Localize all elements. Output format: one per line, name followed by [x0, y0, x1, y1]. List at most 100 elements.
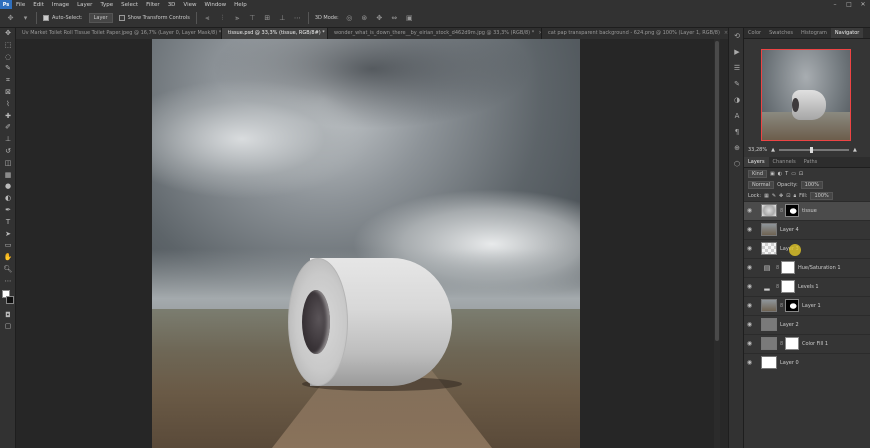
align-bottom-icon[interactable]: ⊥	[278, 14, 287, 23]
3d-panel-icon[interactable]: ⬡	[729, 156, 745, 172]
3d-roll-icon[interactable]: ⊛	[360, 14, 369, 23]
maximize-button[interactable]: □	[842, 0, 856, 9]
layer-thumbnail[interactable]	[761, 242, 777, 256]
history-panel-icon[interactable]: ⟲	[729, 28, 745, 44]
menu-type[interactable]: Type	[96, 2, 117, 8]
layer-thumbnail[interactable]	[761, 318, 777, 332]
lock-image-icon[interactable]: ✎	[772, 193, 776, 199]
move-tool-icon[interactable]: ✥	[6, 14, 15, 23]
document-canvas[interactable]	[152, 39, 580, 448]
tab-channels[interactable]: Channels	[769, 157, 800, 167]
quick-select-tool-icon[interactable]: ✎	[0, 63, 16, 75]
layer-row[interactable]: ◉ ▤ 8 Hue/Saturation 1	[744, 258, 870, 277]
layer-row[interactable]: ◉ 8 Layer 1	[744, 296, 870, 315]
layer-mask-thumbnail[interactable]	[785, 299, 799, 313]
zoom-tool-icon[interactable]: 🔍︎	[0, 264, 16, 276]
type-tool-icon[interactable]: T	[0, 217, 16, 229]
layer-thumbnail[interactable]	[761, 337, 777, 351]
hand-tool-icon[interactable]: ✋	[0, 252, 16, 264]
visibility-eye-icon[interactable]: ◉	[744, 359, 755, 366]
tab-toilet-roll-jpeg[interactable]: Uv Market Toilet Roll Tissue Toilet Pape…	[16, 28, 222, 39]
frame-tool-icon[interactable]: ⊠	[0, 87, 16, 99]
blur-tool-icon[interactable]: ●	[0, 181, 16, 193]
menu-edit[interactable]: Edit	[29, 2, 48, 8]
photoshop-logo[interactable]: Ps	[0, 0, 12, 9]
lock-pixels-icon[interactable]: ▦	[764, 193, 769, 199]
show-transform-controls-checkbox[interactable]: Show Transform Controls	[118, 15, 190, 21]
screen-mode-icon[interactable]: ▢	[0, 321, 16, 333]
adjustment-layer-icon[interactable]: ▤	[761, 262, 773, 274]
clone-stamp-tool-icon[interactable]: ⊥	[0, 134, 16, 146]
visibility-eye-icon[interactable]: ◉	[744, 283, 755, 290]
crop-tool-icon[interactable]: ⌗	[0, 75, 16, 87]
tab-cat-pap-png[interactable]: cat pap transparent background - 624.png…	[542, 28, 730, 39]
layer-thumbnail[interactable]	[761, 204, 777, 218]
adjustments-panel-icon[interactable]: ◑	[729, 92, 745, 108]
menu-file[interactable]: File	[12, 2, 29, 8]
tab-wonder-jpg[interactable]: wonder_what_is_down_there__by_eirian_sto…	[328, 28, 542, 39]
actions-panel-icon[interactable]: ▶	[729, 44, 745, 60]
quick-mask-icon[interactable]: ◘	[0, 310, 16, 322]
layer-mask-thumbnail[interactable]	[785, 337, 799, 351]
align-center-icon[interactable]: ⫶	[218, 14, 227, 23]
layer-mask-thumbnail[interactable]	[785, 204, 799, 218]
gradient-tool-icon[interactable]: ▦	[0, 170, 16, 182]
menu-view[interactable]: View	[179, 2, 200, 8]
lock-position-icon[interactable]: ✥	[779, 193, 783, 199]
tab-tissue-psd[interactable]: tissue.psd @ 33,3% (tissue, RGB/8#) *×	[222, 28, 328, 39]
eyedropper-tool-icon[interactable]: ⌇	[0, 99, 16, 111]
align-middle-icon[interactable]: ⊞	[263, 14, 272, 23]
vertical-scrollbar[interactable]	[714, 39, 720, 448]
menu-select[interactable]: Select	[117, 2, 142, 8]
lock-artboard-icon[interactable]: ⊡	[786, 193, 790, 199]
menu-filter[interactable]: Filter	[142, 2, 164, 8]
filter-shape-icon[interactable]: ▭	[791, 171, 796, 177]
pen-tool-icon[interactable]: ✒	[0, 205, 16, 217]
3d-scale-icon[interactable]: ▣	[405, 14, 414, 23]
paragraph-panel-icon[interactable]: ¶	[729, 124, 745, 140]
tab-paths[interactable]: Paths	[800, 157, 822, 167]
3d-drag-icon[interactable]: ✥	[375, 14, 384, 23]
kind-filter-select[interactable]: Kind	[748, 169, 768, 178]
zoom-in-icon[interactable]: ▲	[853, 147, 857, 153]
menu-image[interactable]: Image	[48, 2, 73, 8]
layer-thumbnail[interactable]	[761, 356, 777, 370]
navigator-preview[interactable]	[761, 49, 851, 141]
lock-all-icon[interactable]: 🔒︎	[793, 193, 796, 199]
filter-pixel-icon[interactable]: ▣	[770, 171, 775, 177]
healing-brush-tool-icon[interactable]: ✚	[0, 111, 16, 123]
menu-window[interactable]: Window	[200, 2, 230, 8]
blend-mode-select[interactable]: Normal	[748, 180, 775, 189]
visibility-eye-icon[interactable]: ◉	[744, 321, 755, 328]
opacity-input[interactable]: 100%	[800, 180, 823, 189]
history-brush-tool-icon[interactable]: ↺	[0, 146, 16, 158]
tab-histogram[interactable]: Histogram	[797, 28, 831, 38]
tool-preset-dropdown-icon[interactable]: ▾	[21, 14, 30, 23]
dodge-tool-icon[interactable]: ◐	[0, 193, 16, 205]
properties-panel-icon[interactable]: ☰	[729, 60, 745, 76]
layer-row[interactable]: ◉ ▂ 8 Levels 1	[744, 277, 870, 296]
align-top-icon[interactable]: ⊤	[248, 14, 257, 23]
layer-row[interactable]: ◉Layer 3	[744, 239, 870, 258]
layer-row[interactable]: ◉ Layer 0	[744, 353, 870, 372]
filter-adjustment-icon[interactable]: ◐	[778, 171, 782, 177]
adjustment-layer-icon[interactable]: ▂	[761, 281, 773, 293]
tab-color[interactable]: Color	[744, 28, 765, 38]
layer-mask-thumbnail[interactable]	[781, 280, 795, 294]
marquee-tool-icon[interactable]: ⬚	[0, 40, 16, 52]
minimize-button[interactable]: –	[828, 0, 842, 9]
layer-row[interactable]: ◉ 8 tissue	[744, 201, 870, 220]
visibility-eye-icon[interactable]: ◉	[744, 226, 755, 233]
layer-row[interactable]: ◉ Layer 2	[744, 315, 870, 334]
brush-settings-panel-icon[interactable]: ✎	[729, 76, 745, 92]
layer-thumbnail[interactable]	[761, 299, 777, 313]
foreground-background-color-icon[interactable]	[0, 288, 16, 310]
3d-orbit-icon[interactable]: ◎	[345, 14, 354, 23]
brush-tool-icon[interactable]: ✐	[0, 122, 16, 134]
tab-navigator[interactable]: Navigator	[830, 28, 864, 38]
layer-row[interactable]: ◉ Layer 4	[744, 220, 870, 239]
align-left-icon[interactable]: ⫷	[203, 14, 212, 23]
layer-mask-thumbnail[interactable]	[781, 261, 795, 275]
tab-layers[interactable]: Layers	[744, 157, 769, 167]
character-panel-icon[interactable]: A	[729, 108, 745, 124]
